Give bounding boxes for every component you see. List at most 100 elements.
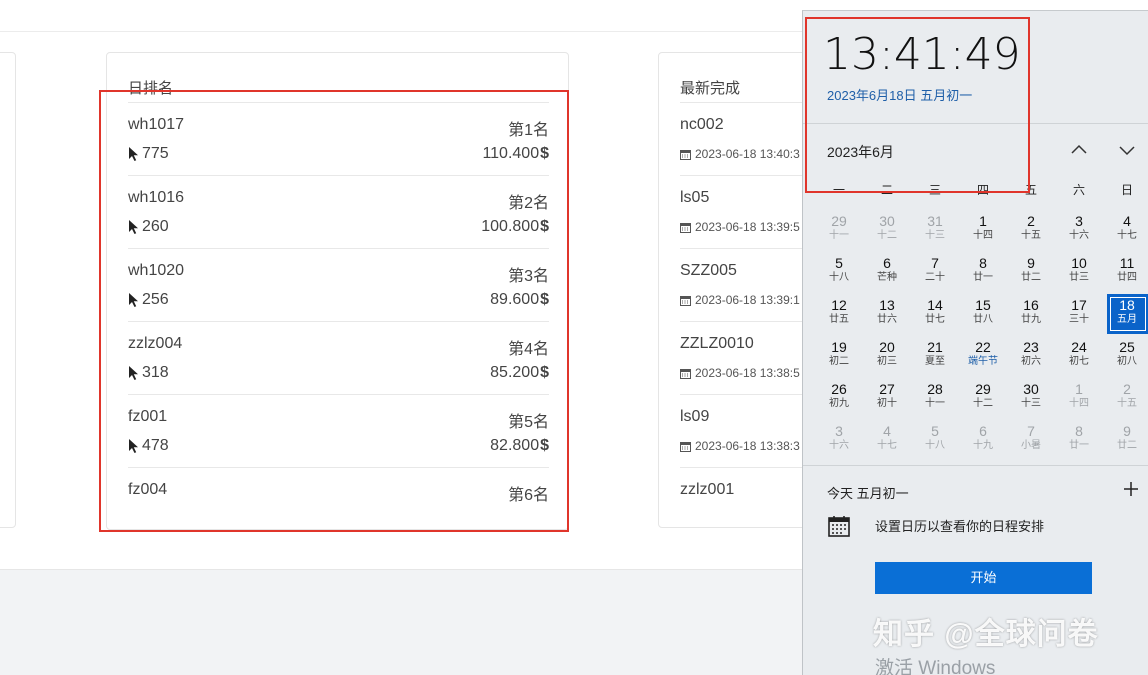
day-cell[interactable]: 1 十四 <box>959 210 1007 252</box>
day-number: 3 <box>835 423 843 439</box>
day-cell[interactable]: 25 初八 <box>1103 336 1148 378</box>
day-number: 1 <box>979 213 987 229</box>
day-cell[interactable]: 29 十二 <box>959 378 1007 420</box>
highlight-box-clock <box>805 17 1030 193</box>
day-cell[interactable]: 13 廿六 <box>863 294 911 336</box>
day-number: 29 <box>975 381 991 397</box>
day-cell[interactable]: 12 廿五 <box>815 294 863 336</box>
day-number: 3 <box>1075 213 1083 229</box>
day-number: 12 <box>831 297 847 313</box>
lunar-date: 十三 <box>925 230 945 241</box>
day-cell[interactable]: 7 二十 <box>911 252 959 294</box>
latest-name: zzlz001 <box>680 481 735 498</box>
day-cell[interactable]: 6 十九 <box>959 420 1007 462</box>
day-cell[interactable]: 29 十一 <box>815 210 863 252</box>
day-cell-today[interactable]: 18 五月 <box>1103 294 1148 336</box>
latest-time: 2023-06-18 13:40:3 <box>680 147 800 161</box>
day-number: 7 <box>1027 423 1035 439</box>
calendar-icon <box>680 295 691 306</box>
day-cell[interactable]: 4 十七 <box>863 420 911 462</box>
day-cell[interactable]: 3 十六 <box>815 420 863 462</box>
day-number: 6 <box>883 255 891 271</box>
day-cell[interactable]: 2 十五 <box>1007 210 1055 252</box>
day-cell[interactable]: 3 十六 <box>1055 210 1103 252</box>
day-cell[interactable]: 4 十七 <box>1103 210 1148 252</box>
lunar-date: 廿五 <box>829 314 849 325</box>
day-number: 9 <box>1123 423 1131 439</box>
day-cell[interactable]: 2 十五 <box>1103 378 1148 420</box>
day-grid: 29 十一 30 十二 31 十三 1 十四 2 十五 3 十六 4 十七 5 十八 6 芒种 7 二十 8 廿一 9 廿二 1… <box>815 210 1148 462</box>
lunar-date: 十一 <box>829 230 849 241</box>
lunar-date: 夏至 <box>925 356 945 367</box>
latest-time-value: 2023-06-18 13:40:3 <box>695 147 800 161</box>
start-button[interactable]: 开始 <box>875 562 1092 594</box>
day-cell[interactable]: 22 端午节 <box>959 336 1007 378</box>
day-number: 22 <box>975 339 991 355</box>
chevron-down-icon[interactable] <box>1116 139 1138 161</box>
latest-name: SZZ005 <box>680 262 737 279</box>
day-cell[interactable]: 7 小暑 <box>1007 420 1055 462</box>
weekday-label: 日 <box>1120 183 1133 197</box>
day-cell[interactable]: 8 廿一 <box>959 252 1007 294</box>
latest-name: nc002 <box>680 116 724 133</box>
day-cell[interactable]: 28 十一 <box>911 378 959 420</box>
lunar-date: 廿三 <box>1069 272 1089 283</box>
day-cell[interactable]: 10 廿三 <box>1055 252 1103 294</box>
lunar-date: 廿二 <box>1021 272 1041 283</box>
latest-name: ls05 <box>680 189 710 206</box>
activate-windows-text: 激活 Windows <box>875 658 996 675</box>
weekday-label: 六 <box>1072 183 1085 197</box>
day-cell[interactable]: 17 三十 <box>1055 294 1103 336</box>
day-cell[interactable]: 15 廿八 <box>959 294 1007 336</box>
day-cell[interactable]: 8 廿一 <box>1055 420 1103 462</box>
day-cell[interactable]: 6 芒种 <box>863 252 911 294</box>
day-number: 5 <box>835 255 843 271</box>
lunar-date: 初八 <box>1117 356 1137 367</box>
lunar-date: 初十 <box>877 398 897 409</box>
day-cell[interactable]: 30 十二 <box>863 210 911 252</box>
day-cell[interactable]: 14 廿七 <box>911 294 959 336</box>
day-number: 30 <box>879 213 895 229</box>
lunar-date: 廿八 <box>973 314 993 325</box>
lunar-date: 初二 <box>829 356 849 367</box>
day-cell[interactable]: 27 初十 <box>863 378 911 420</box>
add-event-icon[interactable] <box>1121 479 1141 499</box>
lunar-date: 端午节 <box>968 356 998 367</box>
lunar-date: 十八 <box>925 440 945 451</box>
day-number: 29 <box>831 213 847 229</box>
lunar-date: 廿六 <box>877 314 897 325</box>
day-cell[interactable]: 5 十八 <box>911 420 959 462</box>
day-number: 10 <box>1071 255 1087 271</box>
lunar-date: 廿一 <box>1069 440 1089 451</box>
day-number: 27 <box>879 381 895 397</box>
lunar-date: 十六 <box>829 440 849 451</box>
day-cell[interactable]: 5 十八 <box>815 252 863 294</box>
day-cell[interactable]: 21 夏至 <box>911 336 959 378</box>
day-cell[interactable]: 31 十三 <box>911 210 959 252</box>
day-cell[interactable]: 20 初三 <box>863 336 911 378</box>
chevron-up-icon[interactable] <box>1068 139 1090 161</box>
lunar-date: 十四 <box>1069 398 1089 409</box>
day-cell[interactable]: 9 廿二 <box>1007 252 1055 294</box>
lunar-date: 初三 <box>877 356 897 367</box>
lunar-date: 初七 <box>1069 356 1089 367</box>
day-cell[interactable]: 1 十四 <box>1055 378 1103 420</box>
lunar-date: 十七 <box>877 440 897 451</box>
day-number: 23 <box>1023 339 1039 355</box>
day-cell[interactable]: 24 初七 <box>1055 336 1103 378</box>
today-label: 今天 五月初一 <box>827 486 909 501</box>
day-cell[interactable]: 26 初九 <box>815 378 863 420</box>
day-cell[interactable]: 30 十三 <box>1007 378 1055 420</box>
day-cell[interactable]: 16 廿九 <box>1007 294 1055 336</box>
day-number: 19 <box>831 339 847 355</box>
latest-name: ZZLZ0010 <box>680 335 754 352</box>
day-cell[interactable]: 19 初二 <box>815 336 863 378</box>
calendar-icon <box>680 441 691 452</box>
day-cell[interactable]: 9 廿二 <box>1103 420 1148 462</box>
latest-completed-title: 最新完成 <box>680 80 741 97</box>
day-cell[interactable]: 23 初六 <box>1007 336 1055 378</box>
day-cell[interactable]: 11 廿四 <box>1103 252 1148 294</box>
latest-time-value: 2023-06-18 13:38:5 <box>695 366 800 380</box>
calendar-icon <box>680 222 691 233</box>
divider <box>803 465 1148 466</box>
